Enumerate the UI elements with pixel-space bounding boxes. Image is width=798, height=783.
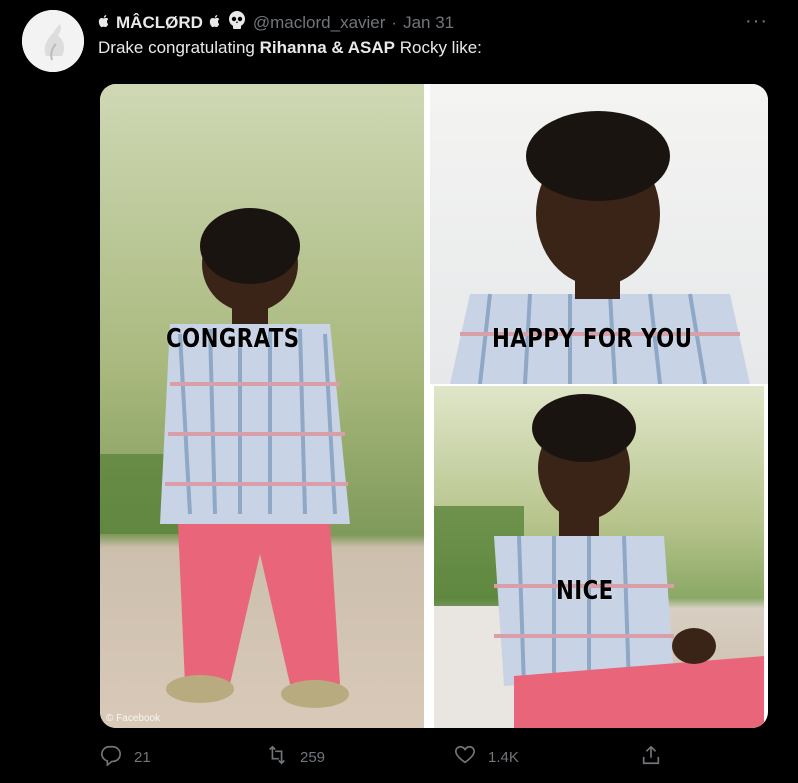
retweet-button[interactable]: 259 (266, 744, 325, 770)
reply-button[interactable]: 21 (100, 744, 151, 770)
tweet-actions: 21 259 1.4K (100, 744, 700, 770)
separator-dot: · (391, 12, 398, 32)
apple-logo-icon (209, 13, 221, 33)
share-button[interactable] (640, 744, 662, 770)
meme-panel-happy-for-you: HAPPY FOR YOU (430, 84, 768, 384)
reply-icon (100, 744, 122, 770)
apple-logo-icon (98, 13, 110, 33)
author-handle[interactable]: @maclord_xavier (253, 13, 386, 33)
skull-icon (227, 10, 247, 35)
like-icon (454, 744, 476, 770)
tweet-text: Drake congratulating Rihanna & ASAP Rock… (98, 38, 482, 58)
facebook-watermark: © Facebook (106, 713, 161, 724)
tweet-text-bold: Rihanna & ASAP (259, 38, 395, 57)
caption-congrats: CONGRATS (166, 324, 300, 354)
boy-standing-figure (100, 208, 350, 708)
author-display-name[interactable]: MÂCLØRD (116, 13, 203, 33)
meme-panel-congrats: CONGRATS © Facebook (100, 84, 424, 728)
share-icon (640, 744, 662, 770)
boy-sitting-figure (434, 394, 764, 728)
meme-panel-nice: NICE (434, 386, 764, 728)
tweet-text-prefix: Drake congratulating (98, 38, 260, 57)
reply-count: 21 (134, 748, 151, 766)
retweet-count: 259 (300, 748, 326, 766)
tweet-header: MÂCLØRD @maclord_xavier · Jan 31 (98, 10, 454, 35)
like-count: 1.4K (488, 748, 519, 766)
tweet-date[interactable]: Jan 31 (403, 13, 454, 33)
tweet-media[interactable]: CONGRATS © Facebook HAPPY FOR YOU NICE (100, 84, 768, 728)
caption-nice: NICE (556, 576, 614, 606)
tweet-text-suffix: Rocky like: (394, 38, 482, 57)
like-button[interactable]: 1.4K (454, 744, 519, 770)
retweet-icon (266, 744, 288, 770)
caption-happy-for-you: HAPPY FOR YOU (492, 324, 693, 354)
more-icon[interactable]: ··· (745, 10, 768, 33)
avatar[interactable] (22, 10, 84, 72)
